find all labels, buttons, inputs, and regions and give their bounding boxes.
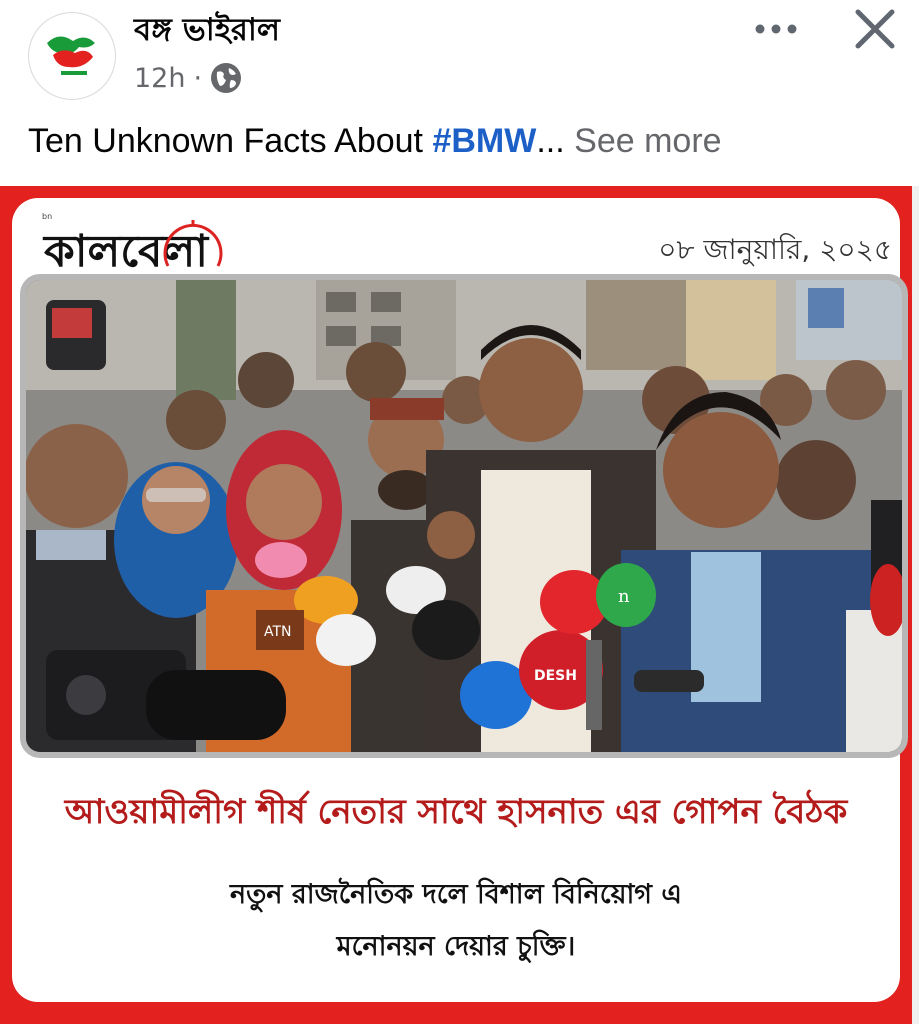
caption-ellipsis: ...	[536, 122, 565, 160]
caption-text: Ten Unknown Facts About	[28, 122, 433, 160]
logo-arc-icon	[163, 220, 223, 267]
more-options-icon[interactable]	[748, 14, 804, 44]
news-subline-2: মনোনয়ন দেয়ার চুক্তি।	[336, 931, 576, 962]
post-image[interactable]: bn কালবেলা ০৮ জানুয়ারি, ২০২৫ ATN DESH n…	[0, 186, 912, 1024]
news-photo: ATN DESH n	[20, 274, 908, 758]
post-meta: 12h ·	[134, 62, 242, 94]
page-logo-icon	[47, 36, 95, 75]
mic-label-desh: DESH	[534, 668, 577, 684]
post-header: বঙ্গ ভাইরাল 12h ·	[0, 0, 919, 110]
mic-label-n: n	[618, 586, 630, 607]
press-crowd-photo: ATN DESH n	[26, 280, 902, 752]
mic-label-atn: ATN	[264, 624, 292, 640]
post-caption: Ten Unknown Facts About #BMW... See more	[28, 122, 722, 161]
hashtag-link[interactable]: #BMW	[432, 122, 536, 160]
news-headline: আওয়ামীলীগ শীর্ষ নেতার সাথে হাসনাত এর গো…	[64, 792, 848, 832]
meta-separator: ·	[193, 62, 203, 94]
close-icon[interactable]	[850, 6, 900, 52]
page-name[interactable]: বঙ্গ ভাইরাল	[134, 6, 280, 58]
scroll-edge	[912, 186, 919, 1024]
news-subline-1: নতুন রাজনৈতিক দলে বিশাল বিনিয়োগ এ	[230, 879, 682, 910]
news-date: ০৮ জানুয়ারি, ২০২৫	[658, 233, 892, 266]
news-card: bn কালবেলা ০৮ জানুয়ারি, ২০২৫ ATN DESH n…	[12, 198, 908, 1002]
news-logo: bn কালবেলা	[40, 212, 290, 282]
globe-icon	[211, 63, 242, 93]
see-more-link[interactable]: See more	[574, 122, 721, 160]
page-avatar[interactable]	[28, 12, 116, 100]
post-time[interactable]: 12h	[134, 63, 185, 94]
